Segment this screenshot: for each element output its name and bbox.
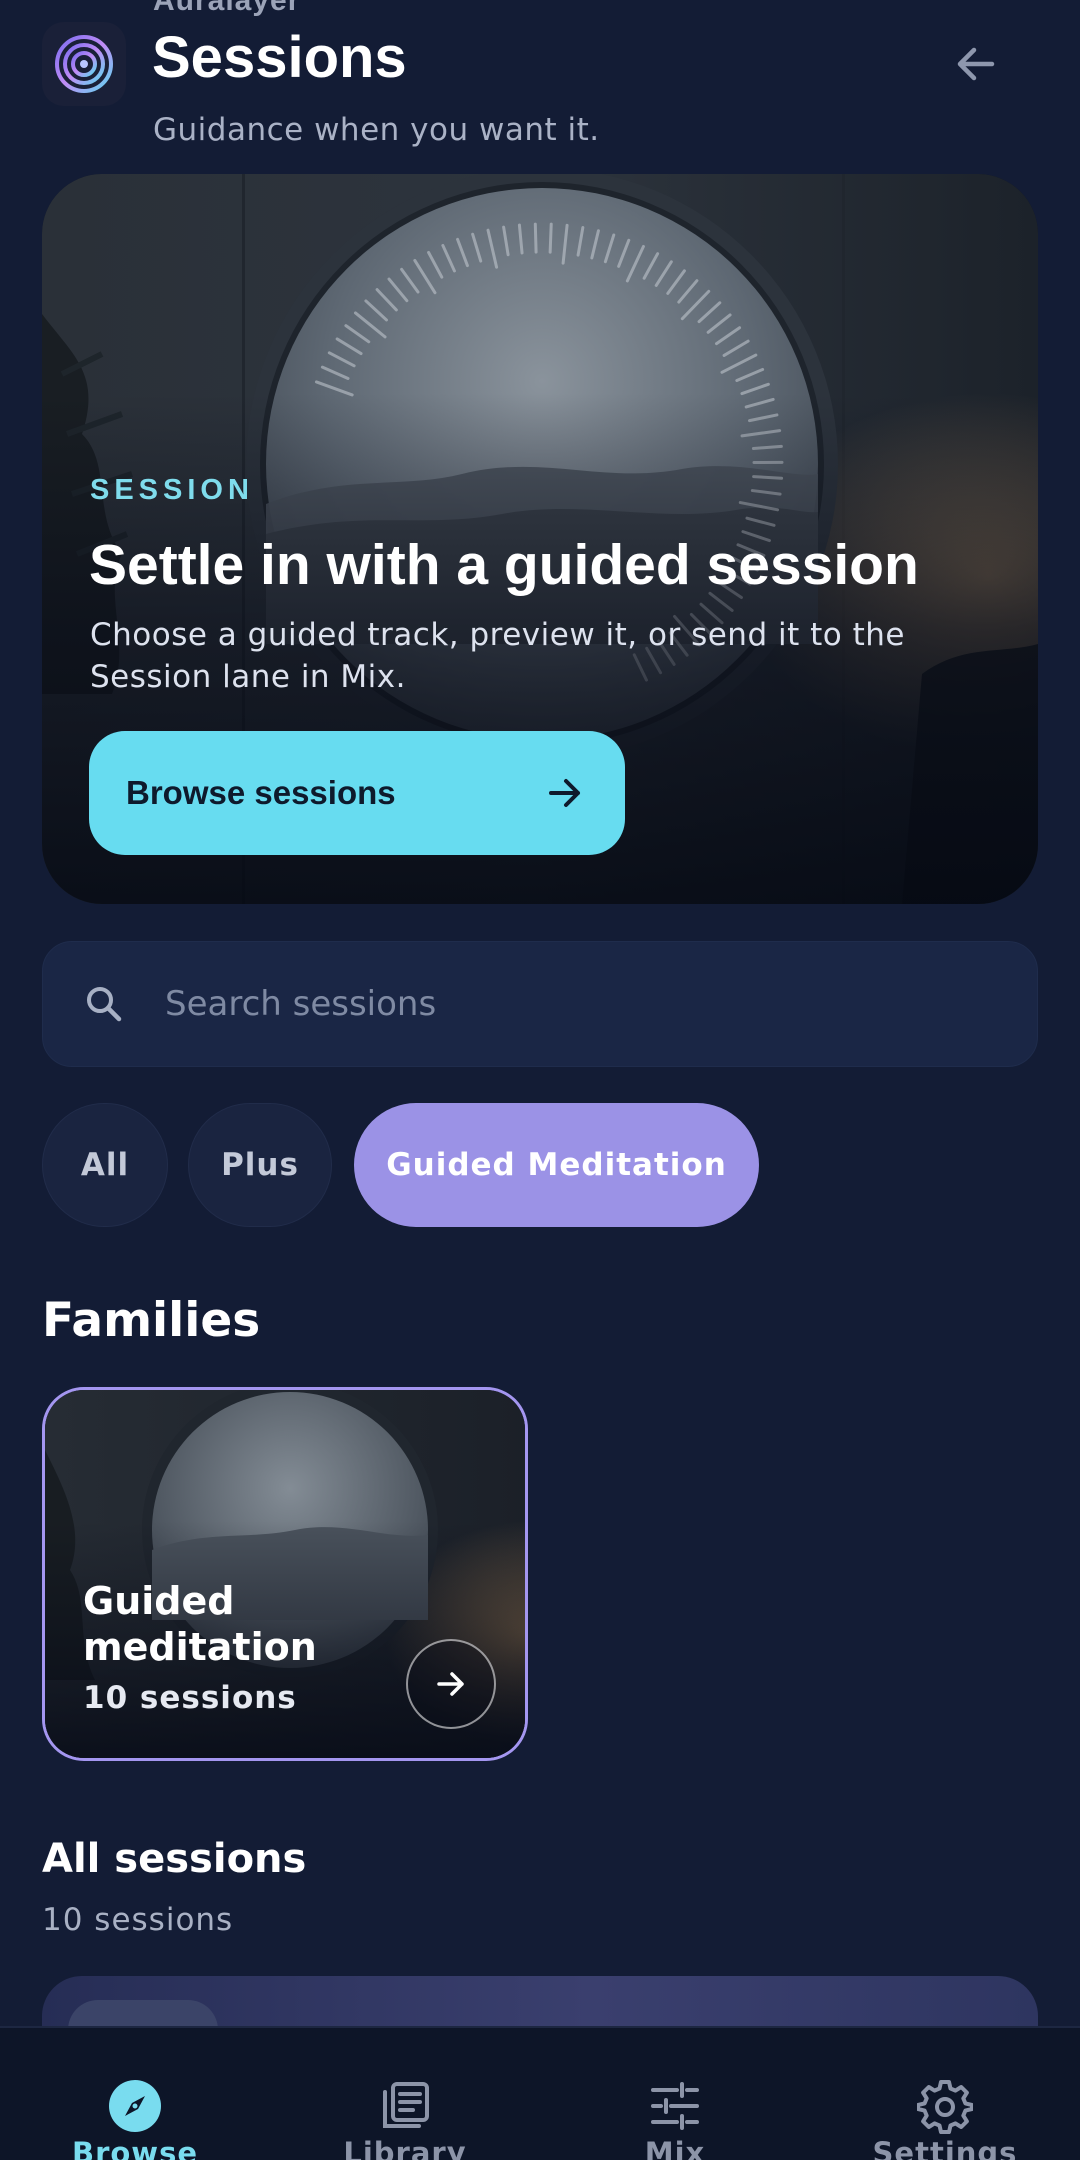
filter-chip-label: Plus: [221, 1147, 299, 1183]
nav-label: Library: [343, 2136, 467, 2160]
nav-item-library[interactable]: Library: [270, 2028, 540, 2160]
arrow-right-icon: [549, 779, 580, 807]
nav-label: Mix: [644, 2136, 706, 2160]
family-card-title: Guided meditation: [83, 1579, 317, 1669]
nav-label: Settings: [872, 2136, 1018, 2160]
search-input[interactable]: [165, 964, 1037, 1044]
filter-chip-plus[interactable]: Plus: [188, 1103, 332, 1227]
browse-sessions-button[interactable]: Browse sessions: [89, 731, 625, 855]
arrow-left-icon: [957, 47, 995, 81]
search-bar[interactable]: [42, 941, 1038, 1067]
hero-eyebrow: SESSION: [90, 474, 254, 506]
bottom-navigation: Browse Library Mix Settings: [0, 2026, 1080, 2160]
all-sessions-heading: All sessions: [42, 1836, 307, 1882]
hero-description: Choose a guided track, preview it, or se…: [90, 617, 905, 695]
hero-card: SESSION Settle in with a guided session …: [42, 174, 1038, 904]
search-icon: [87, 987, 122, 1022]
families-heading: Families: [42, 1293, 261, 1348]
ripple-logo-icon: [55, 35, 113, 93]
nav-item-mix[interactable]: Mix: [540, 2028, 810, 2160]
all-sessions-count: 10 sessions: [42, 1902, 234, 1938]
family-open-button[interactable]: [406, 1639, 496, 1729]
page-title: Sessions: [152, 25, 407, 90]
browse-sessions-label: Browse sessions: [126, 774, 396, 811]
nav-label: Browse: [71, 2136, 199, 2160]
arrow-right-icon: [437, 1672, 464, 1696]
back-button[interactable]: [944, 32, 1008, 96]
gear-icon: [915, 2076, 975, 2136]
compass-icon: [105, 2076, 165, 2136]
filter-chip-guided-meditation[interactable]: Guided Meditation: [354, 1103, 759, 1227]
nav-item-browse[interactable]: Browse: [0, 2028, 270, 2160]
hero-title: Settle in with a guided session: [89, 533, 919, 597]
sessions-screen: Auralayer Sessions Guidance when you wan…: [0, 0, 1080, 2160]
family-card-guided-meditation[interactable]: Guided meditation 10 sessions: [42, 1387, 528, 1761]
filter-chip-all[interactable]: All: [42, 1103, 168, 1227]
page-subtitle: Guidance when you want it.: [153, 112, 600, 148]
library-icon: [375, 2076, 435, 2136]
app-logo: [42, 22, 126, 106]
family-card-count: 10 sessions: [83, 1680, 297, 1716]
filter-chip-label: All: [80, 1147, 130, 1183]
app-name: Auralayer: [153, 0, 301, 17]
nav-item-settings[interactable]: Settings: [810, 2028, 1080, 2160]
sliders-icon: [645, 2076, 705, 2136]
filter-chip-label: Guided Meditation: [386, 1147, 727, 1183]
